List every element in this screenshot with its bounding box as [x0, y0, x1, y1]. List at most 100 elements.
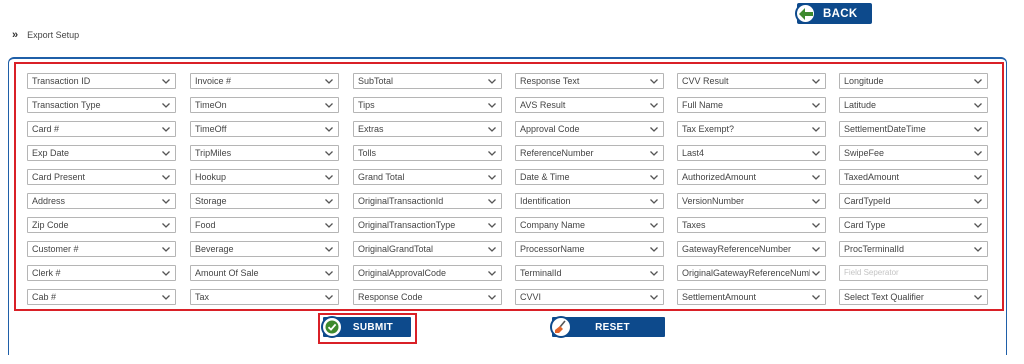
field-select[interactable]: OriginalApprovalCode [353, 265, 502, 281]
field-select[interactable]: Transaction Type [27, 97, 176, 113]
field-select-value: OriginalApprovalCode [358, 268, 447, 278]
field-select[interactable]: TaxedAmount [839, 169, 988, 185]
field-select[interactable]: CVV Result [677, 73, 826, 89]
field-select[interactable]: AuthorizedAmount [677, 169, 826, 185]
field-select[interactable]: VersionNumber [677, 193, 826, 209]
field-select[interactable]: OriginalGrandTotal [353, 241, 502, 257]
field-select-value: Tax Exempt? [682, 124, 735, 134]
field-select[interactable]: Card Type [839, 217, 988, 233]
field-select-value: GatewayReferenceNumber [682, 244, 792, 254]
field-select[interactable]: Tips [353, 97, 502, 113]
field-select-value: Hookup [195, 172, 227, 182]
field-select[interactable]: Card # [27, 121, 176, 137]
field-select[interactable]: SettlementDateTime [839, 121, 988, 137]
chevron-down-icon [974, 199, 982, 204]
field-select[interactable]: Beverage [190, 241, 339, 257]
field-select[interactable]: CVVI [515, 289, 664, 305]
field-select[interactable]: Tax Exempt? [677, 121, 826, 137]
field-select[interactable]: Zip Code [27, 217, 176, 233]
field-select[interactable]: Full Name [677, 97, 826, 113]
field-select[interactable]: Clerk # [27, 265, 176, 281]
chevron-down-icon [812, 127, 820, 132]
field-select-value: Response Text [520, 76, 580, 86]
field-select[interactable]: Invoice # [190, 73, 339, 89]
field-select[interactable]: TerminalId [515, 265, 664, 281]
field-separator-input[interactable]: Field Seperator [839, 265, 988, 281]
field-select[interactable]: Last4 [677, 145, 826, 161]
field-select[interactable]: Date & Time [515, 169, 664, 185]
chevron-down-icon [650, 79, 658, 84]
chevron-down-icon [650, 271, 658, 276]
field-select[interactable]: SettlementAmount [677, 289, 826, 305]
chevron-down-icon [974, 103, 982, 108]
field-select-value: Transaction ID [32, 76, 91, 86]
field-select[interactable]: Longitude [839, 73, 988, 89]
chevron-down-icon [812, 103, 820, 108]
field-select[interactable]: Company Name [515, 217, 664, 233]
field-select[interactable]: TripMiles [190, 145, 339, 161]
field-select[interactable]: Grand Total [353, 169, 502, 185]
chevron-down-icon [974, 247, 982, 252]
chevron-down-icon [974, 151, 982, 156]
field-select[interactable]: GatewayReferenceNumber [677, 241, 826, 257]
field-select[interactable]: Card Present [27, 169, 176, 185]
field-select[interactable]: Taxes [677, 217, 826, 233]
chevron-down-icon [812, 199, 820, 204]
field-select[interactable]: SwipeFee [839, 145, 988, 161]
field-select[interactable]: Address [27, 193, 176, 209]
chevron-down-icon [650, 199, 658, 204]
field-select[interactable]: Storage [190, 193, 339, 209]
chevron-down-icon [162, 295, 170, 300]
chevron-down-icon [488, 151, 496, 156]
field-select[interactable]: OriginalGatewayReferenceNumber [677, 265, 826, 281]
field-select[interactable]: Hookup [190, 169, 339, 185]
submit-button[interactable]: SUBMIT [321, 316, 411, 338]
field-select[interactable]: Select Text Qualifier [839, 289, 988, 305]
field-select[interactable]: ProcTerminalId [839, 241, 988, 257]
field-select[interactable]: Identification [515, 193, 664, 209]
field-select[interactable]: Exp Date [27, 145, 176, 161]
chevron-down-icon [650, 103, 658, 108]
field-select-value: TimeOff [195, 124, 227, 134]
field-select[interactable]: Tolls [353, 145, 502, 161]
reset-button[interactable]: RESET [550, 316, 665, 338]
field-select[interactable]: Tax [190, 289, 339, 305]
chevron-down-icon [325, 199, 333, 204]
field-select-value: Exp Date [32, 148, 70, 158]
field-select[interactable]: Cab # [27, 289, 176, 305]
chevron-down-icon [325, 127, 333, 132]
field-select[interactable]: CardTypeId [839, 193, 988, 209]
chevron-down-icon [488, 127, 496, 132]
chevron-down-icon [974, 175, 982, 180]
chevron-down-icon [488, 103, 496, 108]
field-select[interactable]: Latitude [839, 97, 988, 113]
field-select[interactable]: SubTotal [353, 73, 502, 89]
field-select[interactable]: OriginalTransactionId [353, 193, 502, 209]
field-select[interactable]: Approval Code [515, 121, 664, 137]
chevron-down-icon [812, 151, 820, 156]
field-select[interactable]: ReferenceNumber [515, 145, 664, 161]
chevron-down-icon [974, 295, 982, 300]
field-select-value: OriginalTransactionId [358, 196, 444, 206]
field-select[interactable]: AVS Result [515, 97, 664, 113]
field-select[interactable]: TimeOn [190, 97, 339, 113]
chevron-down-icon [812, 79, 820, 84]
field-select[interactable]: Response Code [353, 289, 502, 305]
field-select[interactable]: ProcessorName [515, 241, 664, 257]
field-select[interactable]: Customer # [27, 241, 176, 257]
field-select-value: Card Present [32, 172, 86, 182]
field-select-value: Full Name [682, 100, 724, 110]
field-select[interactable]: OriginalTransactionType [353, 217, 502, 233]
breadcrumb-label: Export Setup [27, 30, 80, 40]
field-select[interactable]: TimeOff [190, 121, 339, 137]
back-label: BACK [823, 7, 858, 20]
field-select[interactable]: Extras [353, 121, 502, 137]
field-select[interactable]: Response Text [515, 73, 664, 89]
field-select[interactable]: Transaction ID [27, 73, 176, 89]
back-button[interactable]: BACK [795, 3, 872, 24]
field-select[interactable]: Food [190, 217, 339, 233]
field-select-value: Date & Time [520, 172, 570, 182]
field-select[interactable]: Amount Of Sale [190, 265, 339, 281]
chevron-down-icon [162, 79, 170, 84]
field-select-value: Extras [358, 124, 384, 134]
